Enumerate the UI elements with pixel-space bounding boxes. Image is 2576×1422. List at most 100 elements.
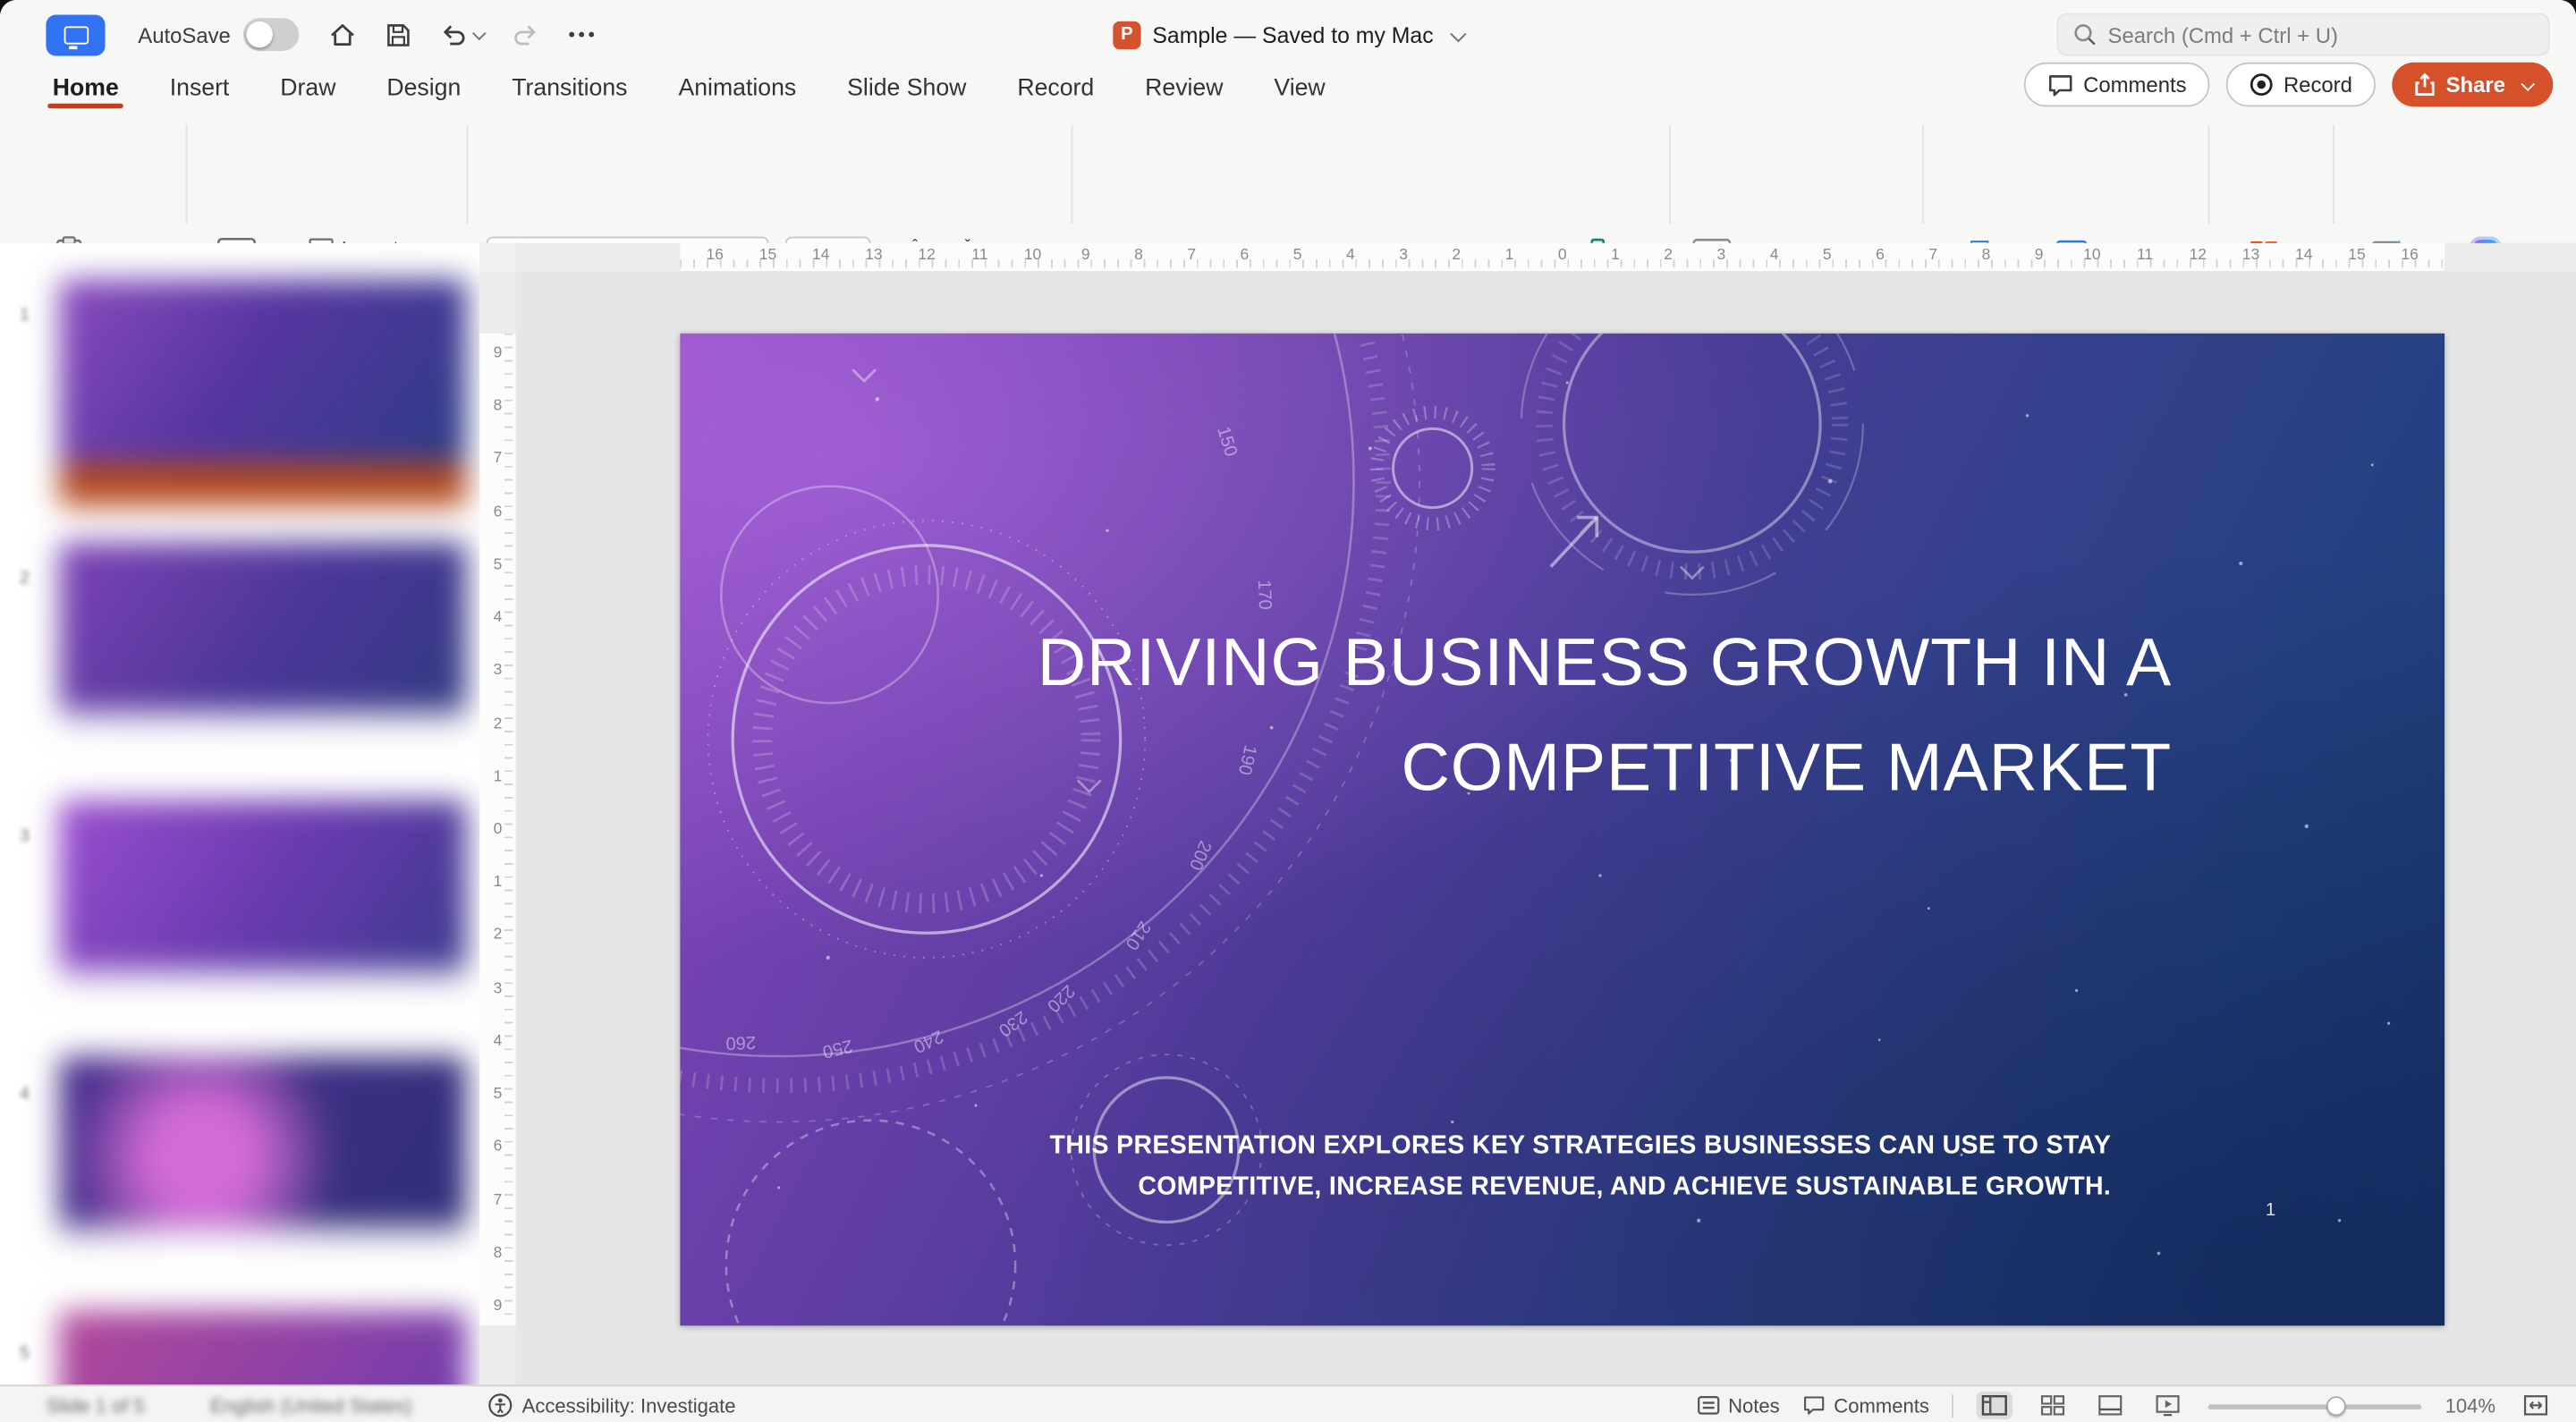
fit-to-window-button[interactable] <box>2519 1392 2554 1419</box>
vertical-ruler-scale: 9876543210123456789 <box>479 334 515 1325</box>
horizontal-ruler-scale: 1615141312111098765432101234567891011121… <box>680 243 2445 271</box>
notes-icon <box>1697 1394 1720 1416</box>
slideshow-button[interactable] <box>2151 1392 2186 1419</box>
ruler-number: 1 <box>494 874 503 892</box>
slide-thumbnails <box>0 243 479 1385</box>
vertical-ruler: 9876543210123456789 <box>479 271 517 1384</box>
ruler-number: 1 <box>494 767 503 785</box>
svg-text:200: 200 <box>1185 838 1215 874</box>
slide-thumbnail-4[interactable] <box>59 1056 467 1240</box>
ribbon-toolbar: Paste ✂ New Slide Layout <box>0 108 2576 244</box>
record-button[interactable]: Record <box>2226 63 2376 107</box>
svg-text:240: 240 <box>911 1026 946 1056</box>
thumbnail-number: 4 <box>20 1084 30 1104</box>
ruler-number: 13 <box>865 246 882 264</box>
ruler-number: 6 <box>1876 246 1885 264</box>
ruler-number: 8 <box>494 397 503 415</box>
share-label: Share <box>2446 72 2505 97</box>
zoom-slider[interactable] <box>2208 1393 2422 1417</box>
undo-icon[interactable] <box>441 15 484 55</box>
reading-view-icon <box>2098 1394 2123 1416</box>
ruler-number: 15 <box>759 246 776 264</box>
document-title-area[interactable]: P Sample — Saved to my Mac <box>1113 0 1462 69</box>
slide-thumbnail-1[interactable] <box>59 279 467 463</box>
ruler-number: 3 <box>494 662 503 680</box>
ruler-number: 2 <box>494 927 503 944</box>
slide-sorter-icon <box>2041 1394 2066 1416</box>
slide-body-line: THIS PRESENTATION EXPLORES KEY STRATEGIE… <box>928 1125 2111 1166</box>
ruler-number: 6 <box>494 1138 503 1156</box>
tab-view[interactable]: View <box>1274 75 1325 101</box>
svg-text:210: 210 <box>1122 918 1155 953</box>
record-dot-icon <box>2249 72 2274 97</box>
display-icon <box>64 25 89 43</box>
svg-text:260: 260 <box>725 1032 756 1053</box>
ruler-number: 11 <box>971 246 987 264</box>
tab-insert[interactable]: Insert <box>170 75 230 101</box>
record-label: Record <box>2284 72 2352 97</box>
slide-sorter-view-button[interactable] <box>2036 1392 2071 1419</box>
search-box[interactable]: Search (Cmd + Ctrl + U) <box>2057 13 2550 56</box>
tab-design[interactable]: Design <box>386 75 461 101</box>
slide-thumbnail-5[interactable] <box>59 1311 467 1385</box>
slide-thumbnail-2[interactable] <box>59 542 467 726</box>
share-icon <box>2413 72 2436 97</box>
ruler-number: 14 <box>812 246 829 264</box>
normal-view-button[interactable] <box>1977 1392 2012 1419</box>
ruler-number: 7 <box>494 450 503 468</box>
home-icon[interactable] <box>329 15 357 55</box>
slide-thumbnail-3[interactable] <box>59 800 467 984</box>
autosave-label: AutoSave <box>138 22 231 47</box>
tab-home[interactable]: Home <box>53 75 119 101</box>
language-indicator[interactable]: English (United States) <box>210 1393 411 1417</box>
thumbnail-number: 2 <box>20 569 30 588</box>
ruler-number: 0 <box>1558 246 1567 264</box>
ruler-number: 10 <box>1024 246 1041 264</box>
comments-panel-label: Comments <box>1834 1393 1929 1417</box>
reading-view-button[interactable] <box>2094 1392 2129 1419</box>
redo-icon[interactable] <box>513 15 539 55</box>
more-commands-icon[interactable] <box>569 15 595 55</box>
tab-transitions[interactable]: Transitions <box>512 75 627 101</box>
autosave-toggle[interactable] <box>244 18 300 51</box>
comment-icon <box>1802 1394 1826 1416</box>
title-menu-chevron-icon <box>1450 25 1466 41</box>
screen-share-badge[interactable] <box>46 14 105 55</box>
save-icon[interactable] <box>386 15 411 55</box>
comments-panel-button[interactable]: Comments <box>1802 1393 1928 1417</box>
share-chevron-icon <box>2521 77 2535 91</box>
tab-slide-show[interactable]: Slide Show <box>847 75 966 101</box>
tab-review[interactable]: Review <box>1145 75 1223 101</box>
ruler-number: 10 <box>2083 246 2100 264</box>
slide-body-text[interactable]: THIS PRESENTATION EXPLORES KEY STRATEGIE… <box>928 1125 2111 1207</box>
horizontal-ruler: 1615141312111098765432101234567891011121… <box>516 243 2576 271</box>
share-button[interactable]: Share <box>2392 63 2553 107</box>
notes-button[interactable]: Notes <box>1697 1393 1779 1417</box>
tab-draw[interactable]: Draw <box>280 75 335 101</box>
tab-record[interactable]: Record <box>1017 75 1094 101</box>
zoom-percentage[interactable]: 104% <box>2445 1393 2496 1417</box>
slide-title-line: DRIVING BUSINESS GROWTH IN A <box>825 609 2172 715</box>
ruler-number: 14 <box>2295 246 2312 264</box>
comments-label: Comments <box>2083 72 2186 97</box>
zoom-knob[interactable] <box>2326 1395 2345 1415</box>
accessibility-status[interactable]: Accessibility: Investigate <box>487 1393 735 1418</box>
notes-label: Notes <box>1728 1393 1780 1417</box>
ribbon-tab-row: Home Insert Draw Design Transitions Animation… <box>0 69 2576 108</box>
slide-title[interactable]: DRIVING BUSINESS GROWTH IN ACOMPETITIVE … <box>825 609 2172 819</box>
ruler-number: 1 <box>1611 246 1620 264</box>
slide-canvas-area: 150170190200210220230240250260 DRIVING B… <box>516 271 2576 1384</box>
accessibility-label: Accessibility: Investigate <box>522 1393 736 1417</box>
ruler-number: 7 <box>494 1191 503 1209</box>
slide-panel: 12345 <box>0 243 479 1385</box>
slide-counter: Slide 1 of 5 <box>46 1393 144 1417</box>
comments-button[interactable]: Comments <box>2024 63 2209 107</box>
ruler-number: 2 <box>494 715 503 732</box>
tab-animations[interactable]: Animations <box>678 75 796 101</box>
slide-editor[interactable]: 150170190200210220230240250260 DRIVING B… <box>680 334 2445 1325</box>
undo-menu-chevron-icon[interactable] <box>473 26 487 40</box>
ruler-number: 1 <box>1505 246 1514 264</box>
ruler-number: 12 <box>2190 246 2207 264</box>
ruler-number: 4 <box>1346 246 1355 264</box>
comment-icon <box>2047 73 2073 97</box>
